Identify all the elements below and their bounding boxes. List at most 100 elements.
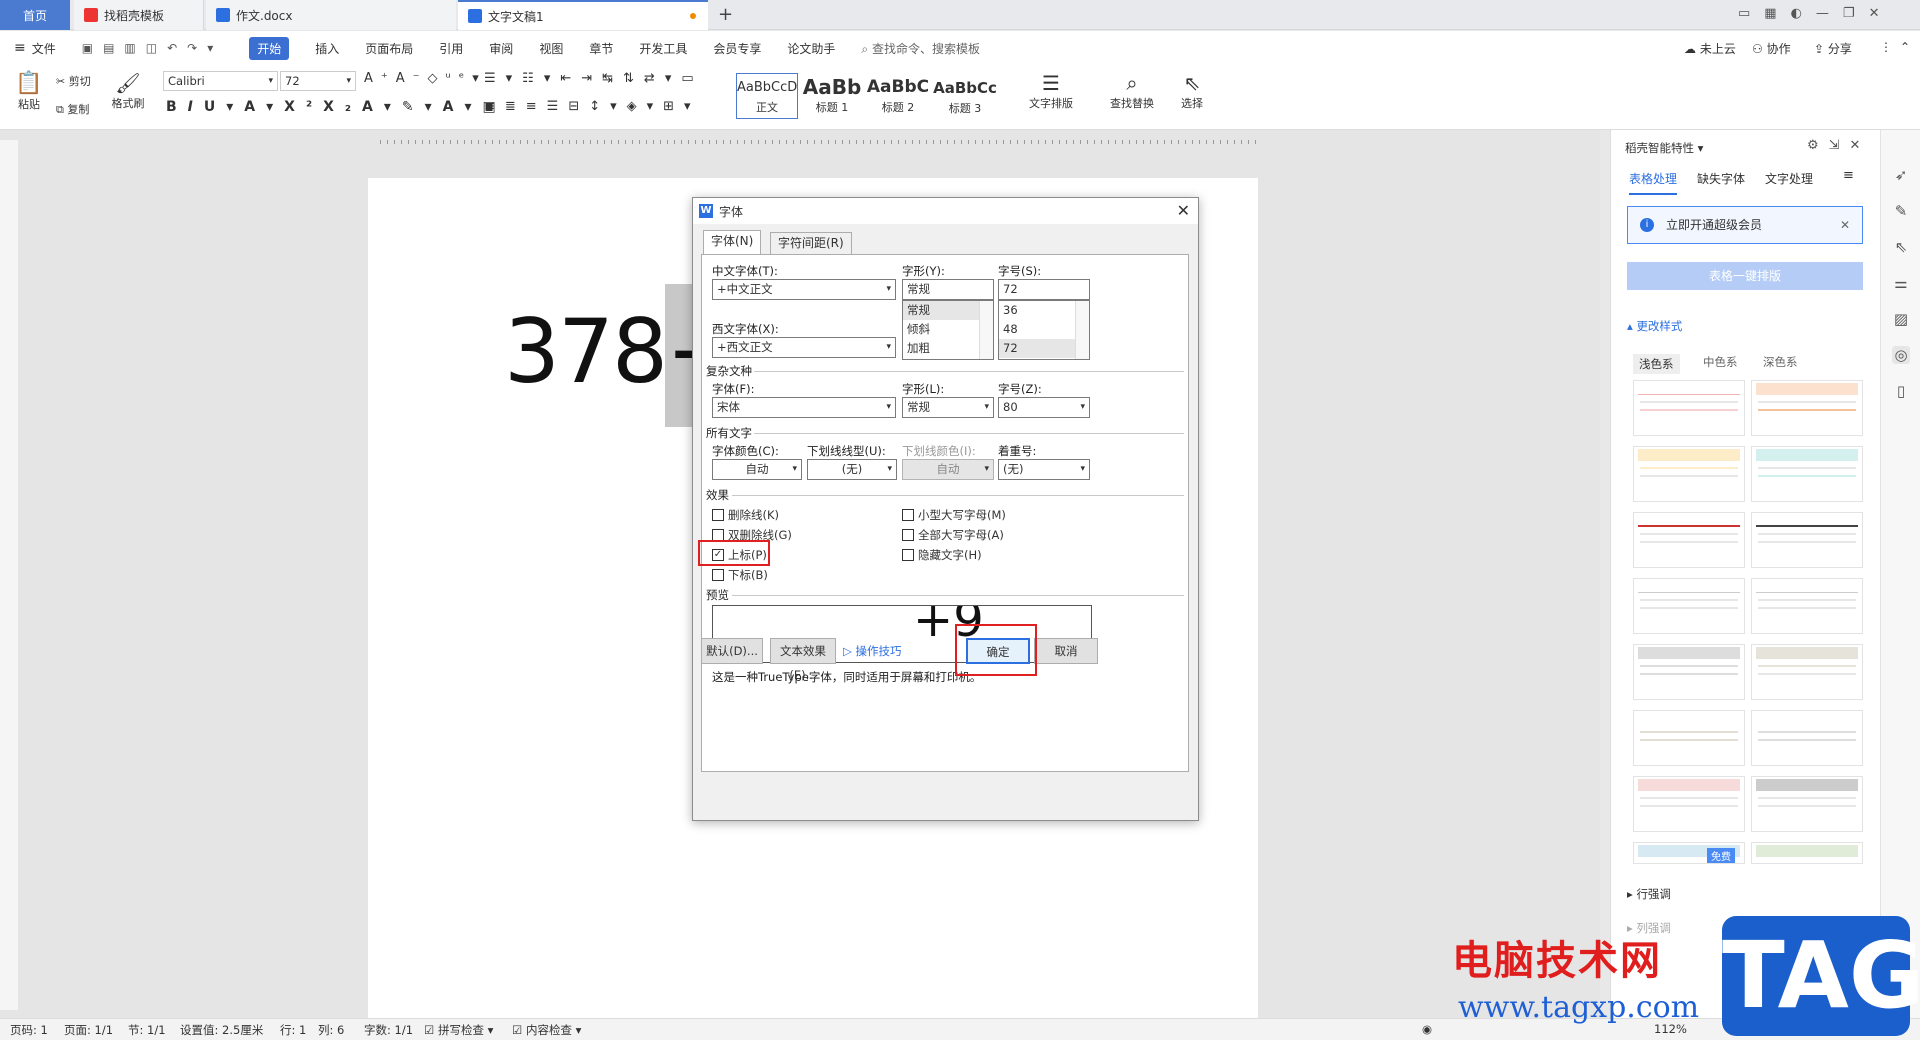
panel-menu-icon[interactable]: ≡: [1843, 168, 1854, 183]
cloud-status[interactable]: ☁ 未上云: [1684, 40, 1736, 57]
west-font-select[interactable]: +西文正文 ▾: [712, 337, 896, 358]
search-command[interactable]: ⌕ 查找命令、搜索模板: [861, 40, 980, 57]
complex-style-select[interactable]: 常规 ▾: [902, 397, 994, 418]
emphasis-select[interactable]: (无) ▾: [998, 459, 1090, 480]
hamburger-icon[interactable]: ≡: [14, 40, 26, 56]
style-tab-light[interactable]: 浅色系: [1633, 354, 1680, 374]
rocket-icon[interactable]: ➶: [1892, 166, 1910, 184]
menu-member[interactable]: 会员专享: [713, 40, 761, 57]
style-tab-dark[interactable]: 深色系: [1763, 354, 1798, 370]
text-effect-button[interactable]: 文本效果(E)...: [770, 638, 836, 682]
paragraph-tools-1[interactable]: ☰▾☷▾⇤⇥↹⇅⇄▾▭: [484, 71, 704, 86]
close-icon[interactable]: ✕: [1177, 201, 1190, 220]
style-tab-medium[interactable]: 中色系: [1703, 354, 1738, 370]
tab-spacing[interactable]: 字符间距(R): [770, 232, 852, 254]
one-click-format-button[interactable]: 表格一键排版: [1627, 262, 1863, 290]
size-input[interactable]: 72: [998, 279, 1090, 300]
panel-controls[interactable]: ⚙⇲✕: [1807, 138, 1870, 153]
table-style-thumb[interactable]: [1751, 842, 1863, 864]
close-icon[interactable]: ✕: [1840, 207, 1850, 243]
cut-button[interactable]: ✂ 剪切: [56, 73, 91, 89]
table-style-thumb[interactable]: [1751, 380, 1863, 436]
menu-view[interactable]: 视图: [539, 40, 563, 57]
font-name-select[interactable]: Calibri ▾: [163, 71, 278, 91]
text-layout-button[interactable]: ☰ 文字排版: [1024, 71, 1078, 111]
table-style-thumb[interactable]: [1751, 446, 1863, 502]
tab-doc1[interactable]: 作文.docx: [206, 0, 456, 30]
paste-button[interactable]: 📋 粘贴: [14, 71, 44, 112]
scrollbar[interactable]: [979, 301, 993, 359]
compass-icon[interactable]: ◎: [1892, 346, 1910, 364]
font-size-tools[interactable]: A⁺A⁻◇ᵘᵉ▾: [364, 71, 487, 86]
hidden-checkbox[interactable]: 隐藏文字(H): [902, 547, 982, 563]
subscript-checkbox[interactable]: 下标(B): [712, 567, 768, 583]
book-icon[interactable]: ▯: [1892, 382, 1910, 400]
menu-chapter[interactable]: 章节: [589, 40, 613, 57]
menu-start[interactable]: 开始: [249, 36, 290, 60]
menu-reference[interactable]: 引用: [439, 40, 463, 57]
table-style-thumb[interactable]: [1633, 446, 1745, 502]
tab-table[interactable]: 表格处理: [1629, 170, 1678, 195]
style-heading1[interactable]: AaBb 标题 1: [800, 73, 864, 119]
table-style-thumb[interactable]: [1633, 512, 1745, 568]
row-emphasis-toggle[interactable]: ▸ 行强调: [1627, 886, 1671, 902]
underline-select[interactable]: (无) ▾: [807, 459, 897, 480]
status-words[interactable]: 字数: 1/1: [364, 1022, 413, 1038]
table-style-thumb[interactable]: [1633, 578, 1745, 634]
select-button[interactable]: ⇖ 选择: [1172, 71, 1212, 111]
font-style-buttons[interactable]: BIU▾A▾X²X₂A▾✎▾A▾▣: [166, 99, 507, 115]
window-controls[interactable]: ▭▦◐—❐✕: [1738, 6, 1893, 21]
settings-sliders-icon[interactable]: ⚌: [1892, 274, 1910, 292]
menu-insert[interactable]: 插入: [315, 40, 339, 57]
table-style-thumb[interactable]: [1751, 578, 1863, 634]
all-caps-checkbox[interactable]: 全部大写字母(A): [902, 527, 1004, 543]
style-input[interactable]: 常规: [902, 279, 994, 300]
small-caps-checkbox[interactable]: 小型大写字母(M): [902, 507, 1006, 523]
spell-check-button[interactable]: ☑ 拼写检查 ▾: [424, 1022, 493, 1038]
font-size-select[interactable]: 72 ▾: [280, 71, 356, 91]
more-icon[interactable]: ⋮⌃: [1880, 40, 1918, 54]
change-style-toggle[interactable]: ▴ 更改样式: [1627, 318, 1682, 334]
panel-title[interactable]: 稻壳智能特性 ▾: [1625, 140, 1703, 156]
paragraph-tools-2[interactable]: ≡≣≡☰⊟↕▾◈▾⊞▾: [484, 99, 701, 114]
image-icon[interactable]: ▨: [1892, 310, 1910, 328]
scrollbar[interactable]: [1075, 301, 1089, 359]
style-normal[interactable]: AaBbCcD 正文: [736, 73, 798, 119]
table-style-thumb[interactable]: [1751, 776, 1863, 832]
tab-text-process[interactable]: 文字处理: [1765, 170, 1813, 187]
menu-file[interactable]: 文件: [32, 40, 56, 57]
table-style-thumb[interactable]: [1633, 644, 1745, 700]
default-button[interactable]: 默认(D)...: [701, 638, 763, 664]
vip-banner[interactable]: i 立即开通超级会员 ✕: [1627, 206, 1863, 244]
menu-review[interactable]: 审阅: [489, 40, 513, 57]
size-list[interactable]: 36 48 72: [998, 300, 1090, 360]
table-style-thumb[interactable]: [1751, 512, 1863, 568]
share-button[interactable]: ⇪ 分享: [1814, 40, 1852, 57]
complex-size-select[interactable]: 80 ▾: [998, 397, 1090, 418]
color-select[interactable]: 自动 ▾: [712, 459, 802, 480]
eye-icon[interactable]: ◉: [1422, 1022, 1432, 1036]
new-tab-button[interactable]: +: [718, 4, 733, 25]
format-painter-button[interactable]: 🖌 格式刷: [110, 71, 146, 111]
find-replace-button[interactable]: ⌕ 查找替换: [1104, 71, 1160, 111]
menu-thesis[interactable]: 论文助手: [787, 40, 835, 57]
table-style-thumb[interactable]: [1751, 710, 1863, 766]
cn-font-select[interactable]: +中文正文 ▾: [712, 279, 896, 300]
tips-link[interactable]: ▷ 操作技巧: [843, 643, 902, 659]
collab-button[interactable]: ⚇ 协作: [1752, 40, 1791, 57]
content-check-button[interactable]: ☑ 内容检查 ▾: [512, 1022, 581, 1038]
complex-font-select[interactable]: 宋体 ▾: [712, 397, 896, 418]
tab-template[interactable]: 找稻壳模板: [74, 0, 204, 30]
style-heading2[interactable]: AaBbC 标题 2: [866, 73, 930, 119]
table-style-thumb[interactable]: [1751, 644, 1863, 700]
tab-font[interactable]: 字体(N): [703, 230, 762, 254]
quick-access-icons[interactable]: ▣▤▥◫↶↷▾: [82, 41, 223, 55]
menu-layout[interactable]: 页面布局: [365, 40, 413, 57]
style-list[interactable]: 常规 倾斜 加粗: [902, 300, 994, 360]
table-style-thumb[interactable]: [1633, 380, 1745, 436]
style-heading3[interactable]: AaBbCc 标题 3: [932, 73, 998, 119]
cancel-button[interactable]: 取消: [1034, 638, 1098, 664]
cursor-icon[interactable]: ⇖: [1892, 238, 1910, 256]
tab-missing-font[interactable]: 缺失字体: [1697, 170, 1745, 187]
table-style-thumb[interactable]: [1633, 710, 1745, 766]
